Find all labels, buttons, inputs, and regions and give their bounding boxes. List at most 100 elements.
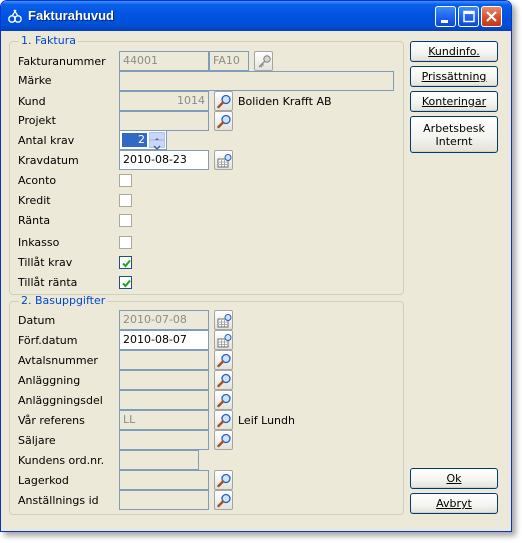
anstallnings-id-lookup-button[interactable]	[214, 490, 233, 510]
avbryt-button[interactable]: Avbryt	[410, 493, 498, 514]
aconto-checkbox[interactable]	[119, 174, 132, 187]
kravdatum-label: Kravdatum	[18, 154, 79, 167]
ok-button-label: Ok	[446, 472, 462, 485]
lagerkod-label: Lagerkod	[18, 474, 69, 487]
anlaggningsdel-field[interactable]	[119, 390, 209, 410]
datum-calendar-button[interactable]	[214, 310, 233, 330]
projekt-label: Projekt	[18, 114, 56, 127]
arbetsbesk-button[interactable]: Arbetsbesk Internt	[410, 116, 498, 153]
magnifier-icon	[217, 353, 231, 368]
magnifier-icon	[217, 413, 231, 428]
anstallnings-id-field[interactable]	[119, 490, 209, 510]
kredit-label: Kredit	[18, 194, 51, 207]
prissattning-button[interactable]: Prissättning	[410, 66, 498, 87]
magnifier-icon	[217, 473, 231, 488]
var-referens-label: Vår referens	[18, 414, 85, 427]
kundinfo-button-label: Kundinfo.	[428, 45, 480, 58]
kredit-checkbox[interactable]	[119, 194, 132, 207]
calendar-icon	[217, 334, 232, 348]
faktura-group-title: 1. Faktura	[19, 34, 78, 47]
anlaggningsdel-label: Anläggningsdel	[18, 394, 103, 407]
kundens-ord-label: Kundens ord.nr.	[18, 454, 105, 467]
anstallnings-id-label: Anställnings id	[18, 494, 99, 507]
saljare-field[interactable]	[119, 430, 209, 450]
key-button[interactable]	[254, 51, 273, 71]
var-referens-lookup-button[interactable]	[214, 410, 233, 430]
inkasso-checkbox[interactable]	[119, 236, 132, 249]
marke-field[interactable]	[119, 71, 394, 91]
tillat-krav-label: Tillåt krav	[18, 256, 73, 269]
antal-krav-label: Antal krav	[18, 134, 75, 147]
saljare-label: Säljare	[18, 434, 56, 447]
konteringar-button-label: Konteringar	[421, 95, 487, 108]
minimize-button[interactable]	[435, 6, 456, 27]
fakturaserie-field: FA10	[209, 51, 249, 71]
forf-datum-field[interactable]: 2010-08-07	[119, 330, 209, 350]
konteringar-button[interactable]: Konteringar	[410, 91, 498, 112]
kravdatum-field[interactable]: 2010-08-23	[119, 150, 209, 170]
avbryt-button-label: Avbryt	[436, 497, 472, 510]
forf-datum-label: Förf.datum	[18, 334, 78, 347]
anlaggningsdel-lookup-button[interactable]	[214, 390, 233, 410]
ranta-checkbox[interactable]	[119, 214, 132, 227]
fakturahuvud-window: Fakturahuvud 1. Faktura Fakturanummer 44…	[0, 0, 512, 532]
kund-field[interactable]: 1014	[119, 91, 209, 111]
lagerkod-field[interactable]	[119, 470, 209, 490]
kundens-ord-field[interactable]	[119, 450, 199, 470]
fakturanummer-field: 44001	[119, 51, 209, 71]
magnifier-icon	[217, 493, 231, 508]
basuppgifter-group-title: 2. Basuppgifter	[19, 294, 108, 307]
close-button[interactable]	[481, 6, 502, 27]
calendar-icon	[217, 154, 232, 168]
magnifier-icon	[217, 433, 231, 448]
projekt-field[interactable]	[119, 111, 209, 131]
magnifier-icon	[217, 114, 231, 129]
avtalsnummer-lookup-button[interactable]	[214, 350, 233, 370]
tillat-ranta-label: Tillåt ränta	[18, 276, 78, 289]
marke-label: Märke	[18, 74, 52, 87]
avtalsnummer-label: Avtalsnummer	[18, 354, 98, 367]
antal-krav-stepper[interactable]: 2	[119, 130, 167, 150]
fakturanummer-label: Fakturanummer	[18, 55, 106, 68]
arbetsbesk-button-label: Arbetsbesk	[423, 121, 485, 135]
magnifier-icon	[217, 94, 231, 109]
aconto-label: Aconto	[18, 174, 57, 187]
avtalsnummer-field[interactable]	[119, 350, 209, 370]
projekt-lookup-button[interactable]	[214, 111, 233, 131]
kundinfo-button[interactable]: Kundinfo.	[410, 41, 498, 62]
antal-krav-spin-buttons[interactable]	[149, 132, 165, 150]
app-icon	[8, 9, 22, 23]
checkmark-icon	[122, 259, 131, 268]
antal-krav-value[interactable]: 2	[122, 133, 147, 147]
anlaggning-lookup-button[interactable]	[214, 370, 233, 390]
kund-lookup-button[interactable]	[214, 91, 233, 111]
kund-label: Kund	[18, 95, 46, 108]
anlaggning-field[interactable]	[119, 370, 209, 390]
dialog-body: 1. Faktura Fakturanummer 44001 FA10 Märk…	[5, 31, 509, 529]
magnifier-icon	[217, 393, 231, 408]
prissattning-button-label: Prissättning	[421, 70, 487, 83]
spin-down-button[interactable]	[149, 140, 165, 150]
forf-datum-calendar-button[interactable]	[214, 330, 233, 350]
spin-up-button[interactable]	[149, 132, 165, 143]
key-icon	[258, 55, 271, 68]
lagerkod-lookup-button[interactable]	[214, 470, 233, 490]
ok-button[interactable]: Ok	[410, 468, 498, 489]
tillat-ranta-checkbox[interactable]	[119, 276, 132, 289]
title-bar[interactable]: Fakturahuvud	[1, 1, 511, 31]
magnifier-icon	[217, 373, 231, 388]
var-referens-field[interactable]: LL	[119, 410, 209, 430]
anlaggning-label: Anläggning	[18, 374, 81, 387]
minimize-icon	[441, 20, 448, 23]
maximize-icon	[463, 10, 475, 23]
var-referens-name: Leif Lundh	[238, 414, 295, 427]
kravdatum-calendar-button[interactable]	[214, 150, 233, 170]
maximize-button[interactable]	[458, 6, 479, 27]
inkasso-label: Inkasso	[18, 236, 60, 249]
datum-field: 2010-07-08	[119, 310, 209, 330]
window-title: Fakturahuvud	[28, 8, 114, 23]
tillat-krav-checkbox[interactable]	[119, 256, 132, 269]
saljare-lookup-button[interactable]	[214, 430, 233, 450]
datum-label: Datum	[18, 314, 56, 327]
checkmark-icon	[122, 279, 131, 288]
